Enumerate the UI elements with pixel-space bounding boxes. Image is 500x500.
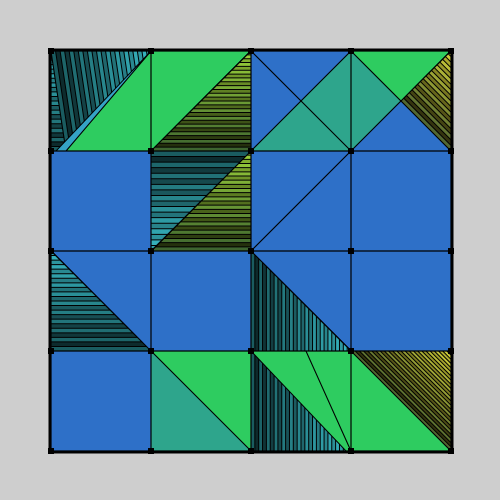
tile-r2-c0: [50, 249, 153, 352]
tile-r3-c2: [249, 349, 353, 452]
tile-r1-c1: [149, 149, 253, 253]
grid-vertex-handle[interactable]: [348, 148, 354, 154]
tile-r2-c2: [250, 249, 353, 352]
grid-vertex-handle[interactable]: [148, 248, 154, 254]
tile-r3-c3: [349, 349, 453, 453]
grid-vertex-handle[interactable]: [448, 348, 454, 354]
grid-vertex-handle[interactable]: [48, 448, 54, 454]
tile-r0-c3: [349, 49, 453, 153]
grid-vertex-handle[interactable]: [448, 448, 454, 454]
grid-vertex-handle[interactable]: [348, 448, 354, 454]
tile-r0-c2: [249, 49, 353, 153]
tile-face: [150, 250, 252, 352]
grid-vertex-handle[interactable]: [348, 348, 354, 354]
grid-vertex-handle[interactable]: [48, 48, 54, 54]
grid-vertex-handle[interactable]: [348, 48, 354, 54]
grid-vertex-handle[interactable]: [148, 148, 154, 154]
tile-r0-c1: [149, 49, 253, 153]
tile-r2-c1: [150, 250, 252, 352]
grid-vertex-handle[interactable]: [448, 148, 454, 154]
tile-r1-c0: [50, 150, 152, 252]
grid-vertex-handle[interactable]: [148, 348, 154, 354]
tile-r1-c2: [249, 149, 353, 253]
grid-vertex-handle[interactable]: [148, 48, 154, 54]
tile-face: [50, 150, 152, 252]
tile-r3-c0: [50, 350, 152, 452]
puzzle-canvas: [48, 48, 454, 454]
tile-r1-c3: [350, 150, 452, 252]
grid-vertex-handle[interactable]: [48, 248, 54, 254]
grid-vertex-handle[interactable]: [48, 148, 54, 154]
grid-vertex-handle[interactable]: [148, 448, 154, 454]
grid-vertex-handle[interactable]: [48, 348, 54, 354]
grid-vertex-handle[interactable]: [248, 248, 254, 254]
grid-vertex-handle[interactable]: [448, 248, 454, 254]
tile-r3-c1: [149, 349, 253, 453]
grid-vertex-handle[interactable]: [348, 248, 354, 254]
puzzle-board: [0, 0, 500, 500]
grid-vertex-handle[interactable]: [448, 48, 454, 54]
tile-face: [50, 350, 152, 452]
tile-face: [350, 150, 452, 252]
grid-vertex-handle[interactable]: [248, 148, 254, 154]
tile-r0-c0: [50, 49, 153, 153]
grid-vertex-handle[interactable]: [248, 348, 254, 354]
grid-vertex-handle[interactable]: [248, 48, 254, 54]
tile-face: [350, 250, 452, 352]
grid-vertex-handle[interactable]: [248, 448, 254, 454]
tile-r2-c3: [350, 250, 452, 352]
